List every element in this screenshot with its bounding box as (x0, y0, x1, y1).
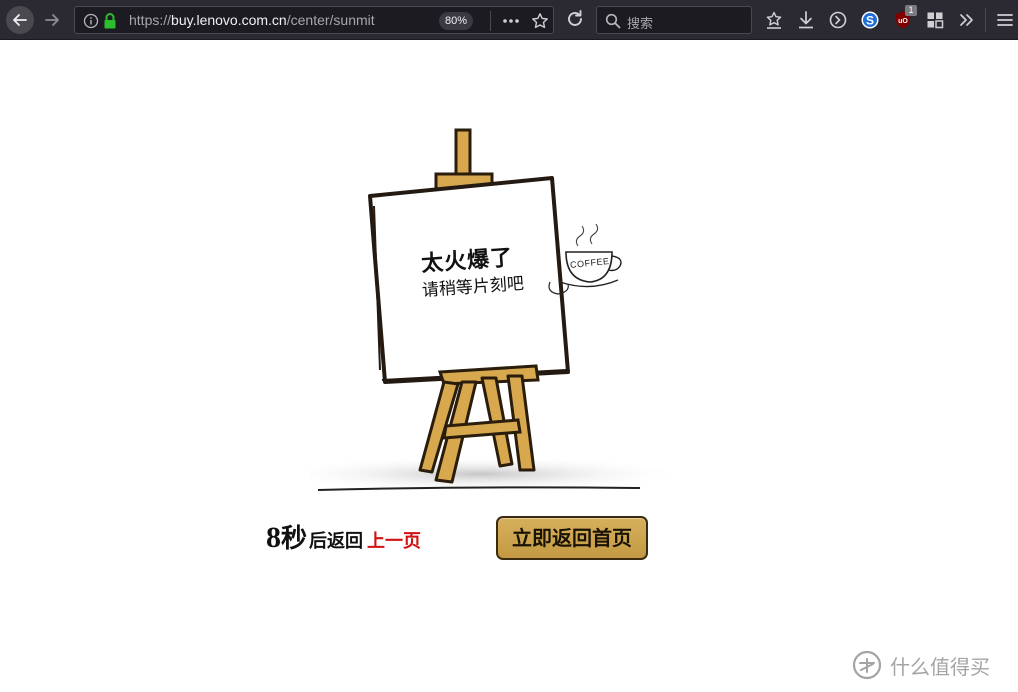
smzdm-logo-icon (852, 650, 882, 680)
url-text[interactable]: https://buy.lenovo.com.cn/center/sunmit (129, 12, 429, 30)
browser-toolbar: https://buy.lenovo.com.cn/center/sunmit … (0, 0, 1018, 40)
back-icon (13, 14, 27, 26)
download-icon[interactable] (796, 10, 816, 30)
watermark-text: 什么值得买 (890, 654, 990, 679)
zoom-level-badge[interactable]: 80% (439, 12, 474, 30)
url-divider (490, 11, 491, 31)
back-button[interactable] (6, 6, 34, 34)
sogou-icon[interactable]: S (860, 10, 880, 30)
overflow-icon[interactable] (957, 10, 977, 30)
return-home-button[interactable]: 立即返回首页 (496, 516, 648, 560)
countdown-unit: 秒 (281, 524, 308, 554)
extensions-icon[interactable] (925, 10, 945, 30)
svg-text:S: S (866, 14, 874, 28)
history-icon[interactable] (828, 10, 848, 30)
bookmark-star-icon[interactable] (531, 12, 549, 30)
info-icon[interactable] (83, 13, 99, 29)
forward-button[interactable] (38, 6, 66, 34)
menu-icon[interactable] (995, 10, 1015, 30)
reload-icon[interactable] (564, 8, 586, 30)
countdown: 8 秒 后返回 上一页 (266, 518, 421, 558)
countdown-number: 8 (266, 521, 281, 554)
more-icon[interactable] (501, 12, 521, 30)
lock-icon[interactable] (103, 12, 117, 30)
previous-page-link[interactable]: 上一页 (367, 527, 421, 553)
watermark: 什么值得买 (852, 650, 990, 680)
url-fade (405, 9, 435, 31)
countdown-text: 后返回 (309, 531, 364, 552)
url-bar[interactable]: https://buy.lenovo.com.cn/center/sunmit … (74, 6, 554, 34)
search-placeholder: 搜索 (627, 17, 654, 32)
forward-icon (45, 14, 59, 26)
search-bar[interactable]: 搜索 (596, 6, 752, 34)
addon-badge: 1 (905, 5, 917, 16)
library-icon[interactable] (764, 10, 784, 30)
search-icon (605, 13, 621, 29)
toolbar-divider (985, 8, 986, 32)
svg-text:uO: uO (898, 18, 908, 25)
